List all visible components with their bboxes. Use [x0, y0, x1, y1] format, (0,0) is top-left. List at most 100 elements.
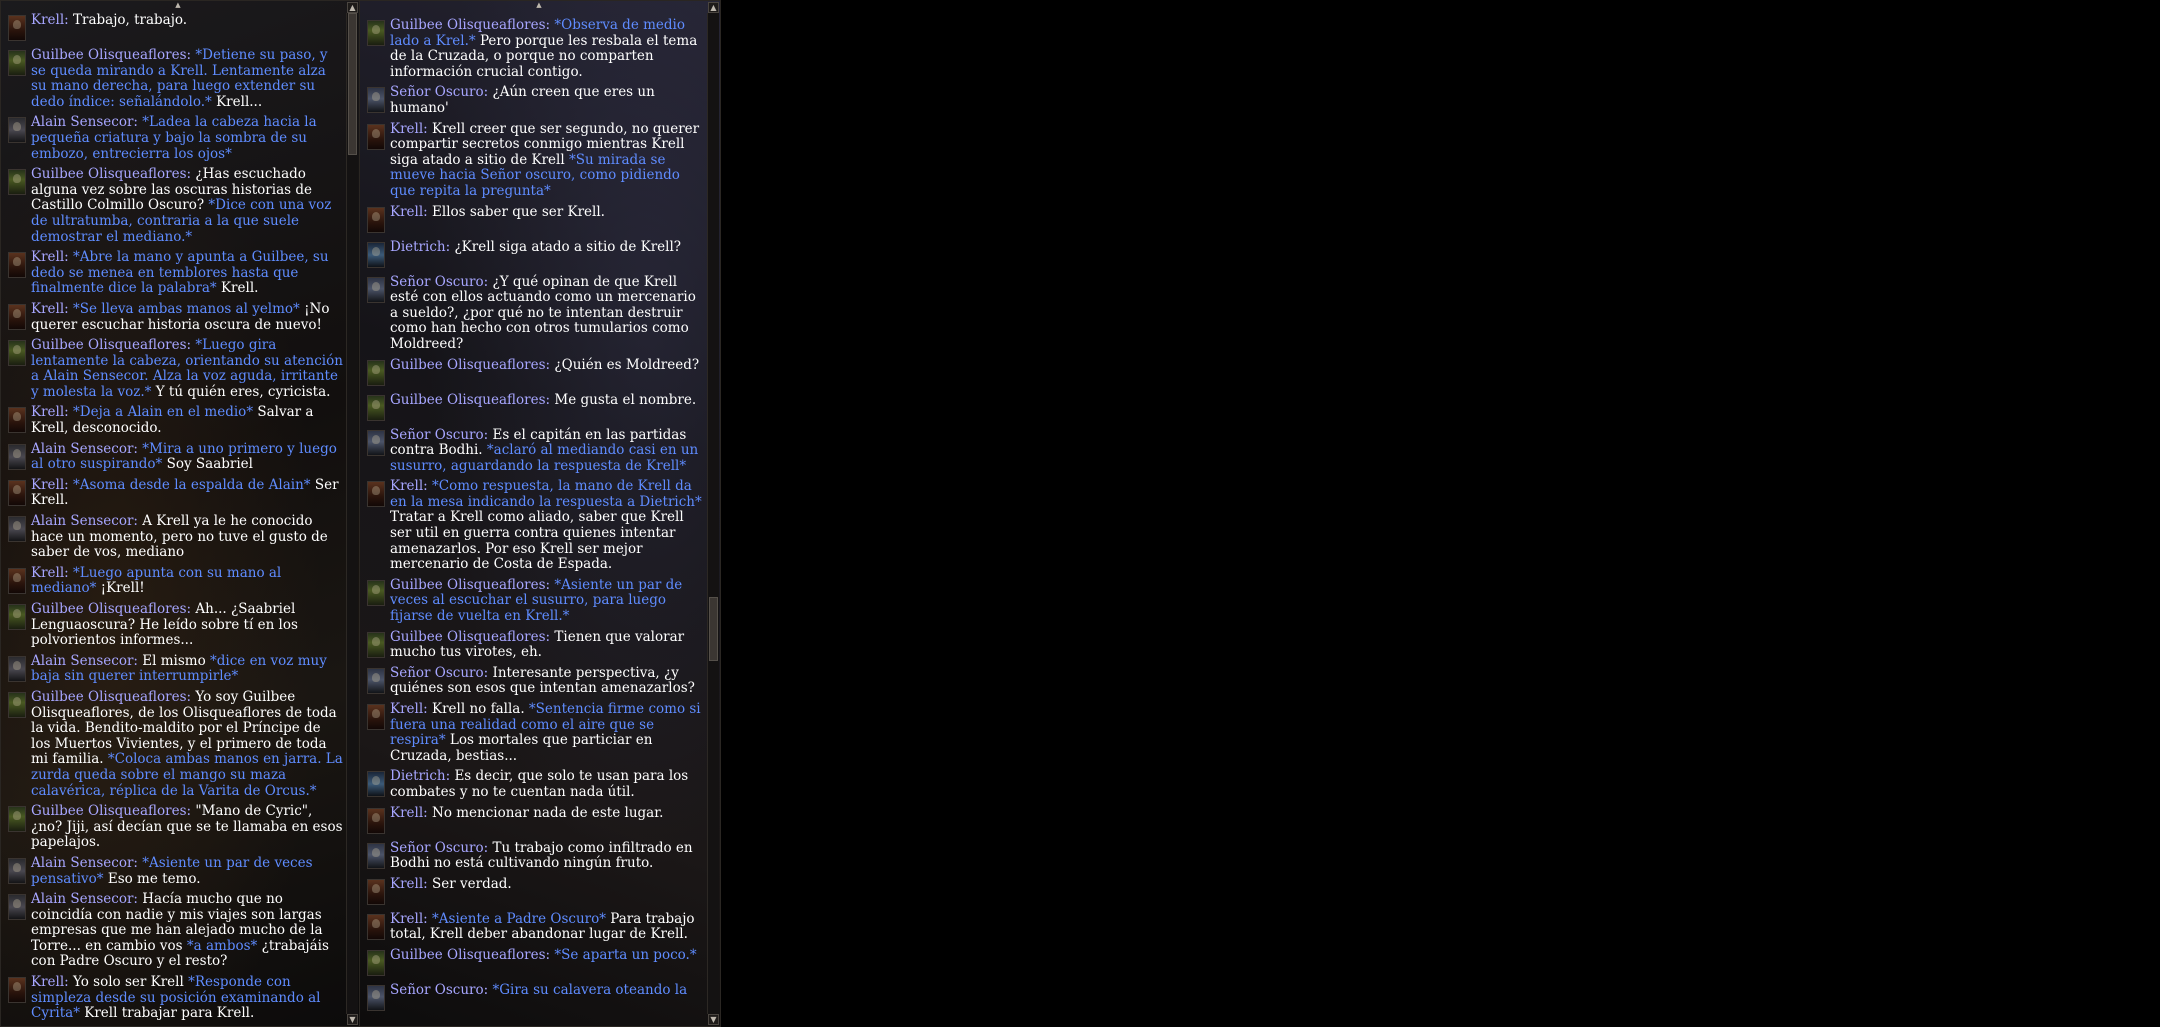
scroll-up-button[interactable]: ▲: [347, 2, 358, 13]
chat-message: Krell: Krell creer que ser segundo, no q…: [360, 121, 704, 202]
speaker-name: Krell:: [31, 564, 69, 581]
krell-portrait-icon[interactable]: [8, 479, 26, 506]
chat-message: Señor Oscuro: *Gira su calavera oteando …: [360, 982, 704, 1015]
alain-portrait-icon[interactable]: [8, 894, 26, 921]
scroll-down-button[interactable]: ▼: [708, 1014, 719, 1025]
speaker-name: Krell:: [31, 404, 69, 421]
dialogue-text: Ser verdad.: [432, 875, 512, 892]
dialogue-text: No mencionar nada de este lugar.: [432, 804, 664, 821]
guilbee-portrait-icon[interactable]: [367, 579, 385, 606]
senor-portrait-icon[interactable]: [367, 842, 385, 869]
chat-message: Señor Oscuro: Interesante perspectiva, ¿…: [360, 665, 704, 699]
emote-text: *Se lleva ambas manos al yelmo*: [73, 300, 300, 317]
guilbee-portrait-icon[interactable]: [8, 340, 26, 367]
guilbee-portrait-icon[interactable]: [367, 631, 385, 658]
krell-portrait-icon[interactable]: [8, 252, 26, 279]
krell-portrait-icon[interactable]: [367, 807, 385, 834]
dialogue-text: Y tú quién eres, cyricista.: [155, 383, 331, 400]
speaker-name: Alain Sensecor:: [31, 891, 138, 908]
chat-message: Guilbee Olisqueaflores: *Observa de medi…: [360, 17, 704, 82]
speaker-name: Alain Sensecor:: [31, 440, 138, 457]
guilbee-portrait-icon[interactable]: [8, 169, 26, 196]
speaker-name: Guilbee Olisqueaflores:: [31, 166, 192, 183]
chat-message: Guilbee Olisqueaflores: Yo soy Guilbee O…: [1, 689, 343, 801]
alain-portrait-icon[interactable]: [8, 655, 26, 682]
speaker-name: Guilbee Olisqueaflores:: [390, 946, 551, 963]
chat-message: Krell: *Luego apunta con su mano al medi…: [1, 565, 343, 599]
alain-portrait-icon[interactable]: [8, 516, 26, 543]
chat-message: Krell: Ser verdad.: [360, 876, 704, 909]
chat-message: Alain Sensecor: Hacía mucho que no coinc…: [1, 891, 343, 972]
krell-portrait-icon[interactable]: [367, 704, 385, 730]
senor-portrait-icon[interactable]: [367, 667, 385, 694]
chat-message: Alain Sensecor: *Mira a uno primero y lu…: [1, 441, 343, 475]
senor-portrait-icon[interactable]: [367, 984, 385, 1011]
emote-text: *Como respuesta, la mano de Krell da en …: [390, 478, 702, 510]
chat-message: Krell: *Asiente a Padre Oscuro* Para tra…: [360, 911, 704, 945]
scroll-up-button[interactable]: ▲: [708, 2, 719, 13]
krell-portrait-icon[interactable]: [367, 878, 385, 905]
emote-text: *Abre la mano y apunta a Guilbee, su ded…: [31, 249, 329, 297]
krell-portrait-icon[interactable]: [367, 206, 385, 233]
chat-message: Guilbee Olisqueaflores: ¿Quién es Moldre…: [360, 357, 704, 390]
guilbee-portrait-icon[interactable]: [8, 806, 26, 833]
dialogue-text: Yo solo ser Krell: [73, 974, 184, 991]
speaker-name: Krell:: [390, 875, 428, 892]
dialogue-text: Soy Saabriel: [166, 456, 253, 473]
guilbee-portrait-icon[interactable]: [367, 394, 385, 421]
dietrich-portrait-icon[interactable]: [367, 241, 385, 268]
dialogue-text: Ellos saber que ser Krell.: [432, 203, 605, 220]
krell-portrait-icon[interactable]: [8, 15, 26, 41]
guilbee-portrait-icon[interactable]: [367, 359, 385, 386]
guilbee-portrait-icon[interactable]: [8, 691, 26, 718]
chat-message: Alain Sensecor: El mismo *dice en voz mu…: [1, 653, 343, 687]
scrollbar-track[interactable]: [346, 13, 358, 1014]
guilbee-portrait-icon[interactable]: [367, 20, 385, 46]
scrollbar-thumb[interactable]: [709, 597, 718, 661]
emote-text: *Se aparta un poco.*: [554, 946, 697, 963]
chat-log-right: ▲ Guilbee Olisqueaflores: *Observa de me…: [359, 0, 721, 1027]
scrollbar-track[interactable]: [707, 13, 719, 1014]
guilbee-portrait-icon[interactable]: [8, 604, 26, 630]
message-list: Guilbee Olisqueaflores: *Observa de medi…: [360, 17, 704, 1017]
alain-portrait-icon[interactable]: [8, 857, 26, 884]
alain-portrait-icon[interactable]: [8, 443, 26, 470]
chat-message: Guilbee Olisqueaflores: Tienen que valor…: [360, 629, 704, 663]
alain-portrait-icon[interactable]: [8, 117, 26, 144]
chat-message: Guilbee Olisqueaflores: Ah... ¿Saabriel …: [1, 601, 343, 651]
panel-collapse-icon[interactable]: ▲: [532, 1, 546, 9]
chat-message: Guilbee Olisqueaflores: ¿Has escuchado a…: [1, 166, 343, 247]
emote-text: *Deja a Alain en el medio*: [73, 404, 254, 421]
chat-message: Señor Oscuro: ¿Y qué opinan de que Krell…: [360, 274, 704, 355]
speaker-name: Krell:: [390, 120, 428, 137]
speaker-name: Krell:: [31, 12, 69, 28]
panel-collapse-icon[interactable]: ▲: [171, 1, 185, 9]
senor-portrait-icon[interactable]: [367, 429, 385, 456]
krell-portrait-icon[interactable]: [8, 567, 26, 594]
dietrich-portrait-icon[interactable]: [367, 771, 385, 798]
krell-portrait-icon[interactable]: [8, 977, 26, 1004]
krell-portrait-icon[interactable]: [8, 407, 26, 434]
scroll-down-button[interactable]: ▼: [347, 1014, 358, 1025]
speaker-name: Guilbee Olisqueaflores:: [390, 628, 551, 645]
senor-portrait-icon[interactable]: [367, 276, 385, 303]
scrollbar-thumb[interactable]: [348, 13, 357, 155]
dialogue-text: Me gusta el nombre.: [554, 391, 697, 408]
krell-portrait-icon[interactable]: [8, 303, 26, 330]
senor-portrait-icon[interactable]: [367, 87, 385, 114]
dialogue-text: Tratar a Krell como aliado, saber que Kr…: [390, 509, 684, 573]
krell-portrait-icon[interactable]: [367, 913, 385, 940]
chat-message: Krell: Yo solo ser Krell *Responde con s…: [1, 974, 343, 1024]
speaker-name: Krell:: [31, 300, 69, 317]
chat-message: Krell: *Abre la mano y apunta a Guilbee,…: [1, 249, 343, 299]
chat-message: Krell: Ellos saber que ser Krell.: [360, 204, 704, 237]
speaker-name: Krell:: [31, 249, 69, 266]
emote-text: *Asoma desde la espalda de Alain*: [73, 476, 311, 493]
guilbee-portrait-icon[interactable]: [8, 50, 26, 76]
krell-portrait-icon[interactable]: [367, 481, 385, 508]
chat-message: Señor Oscuro: ¿Aún creen que eres un hum…: [360, 84, 704, 118]
speaker-name: Krell:: [390, 478, 428, 495]
krell-portrait-icon[interactable]: [367, 123, 385, 150]
speaker-name: Guilbee Olisqueaflores:: [31, 688, 192, 705]
guilbee-portrait-icon[interactable]: [367, 949, 385, 976]
